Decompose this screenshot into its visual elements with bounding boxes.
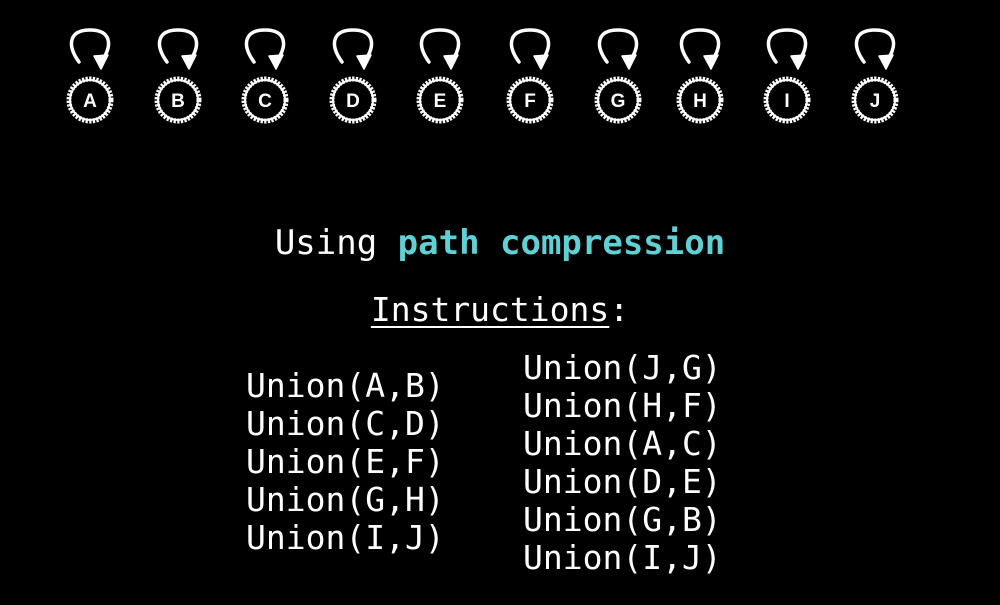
arrowhead xyxy=(703,54,719,70)
node-label: F xyxy=(524,91,536,112)
instruction-line: Union(A,C) xyxy=(523,424,722,463)
instructions-colon: : xyxy=(609,290,630,329)
instructions-right-column: Union(J,G) Union(H,F) Union(A,C) Union(D… xyxy=(523,349,722,577)
node-a: A xyxy=(66,28,114,124)
node-f: F xyxy=(506,28,554,124)
arrowhead xyxy=(878,54,894,70)
node-label: B xyxy=(171,91,185,112)
node-c: C xyxy=(241,28,289,124)
node-g: G xyxy=(594,28,642,124)
arrowhead xyxy=(356,54,372,70)
node-label: G xyxy=(611,91,626,112)
node-label: J xyxy=(870,91,881,112)
node-label: I xyxy=(784,91,789,112)
node-label: D xyxy=(346,91,360,112)
instruction-line: Union(C,D) xyxy=(246,404,445,443)
node-h: H xyxy=(676,28,724,124)
arrowhead xyxy=(181,54,197,70)
node-label: E xyxy=(434,91,447,112)
arrowhead xyxy=(533,54,549,70)
node-b: B xyxy=(154,28,202,124)
arrowhead xyxy=(621,54,637,70)
arrowhead xyxy=(443,54,459,70)
node-e: E xyxy=(416,28,464,124)
instruction-line: Union(G,H) xyxy=(246,480,445,519)
title-prefix: Using xyxy=(274,223,398,263)
instruction-line: Union(E,F) xyxy=(246,442,445,481)
node-label: A xyxy=(83,91,97,112)
arrowhead xyxy=(93,54,109,70)
instruction-line: Union(D,E) xyxy=(523,462,722,501)
instruction-line: Union(J,G) xyxy=(523,348,722,387)
instruction-line: Union(G,B) xyxy=(523,500,722,539)
arrowhead xyxy=(790,54,806,70)
node-label: C xyxy=(258,91,272,112)
instructions-left-column: Union(A,B) Union(C,D) Union(E,F) Union(G… xyxy=(246,367,445,557)
arrowhead xyxy=(268,54,284,70)
instruction-line: Union(A,B) xyxy=(246,366,445,405)
title: Using path compression xyxy=(0,223,1000,263)
node-i: I xyxy=(763,28,811,124)
instructions-label: Instructions xyxy=(370,290,610,329)
instruction-line: Union(I,J) xyxy=(523,538,722,577)
title-highlight: path compression xyxy=(397,223,726,263)
instruction-line: Union(H,F) xyxy=(523,386,722,425)
node-d: D xyxy=(329,28,377,124)
node-label: H xyxy=(693,91,707,112)
node-j: J xyxy=(851,28,899,124)
union-find-nodes: A B C D E F G H I J xyxy=(66,28,899,124)
instruction-line: Union(I,J) xyxy=(246,518,445,557)
instructions-heading: Instructions: xyxy=(0,290,1000,329)
